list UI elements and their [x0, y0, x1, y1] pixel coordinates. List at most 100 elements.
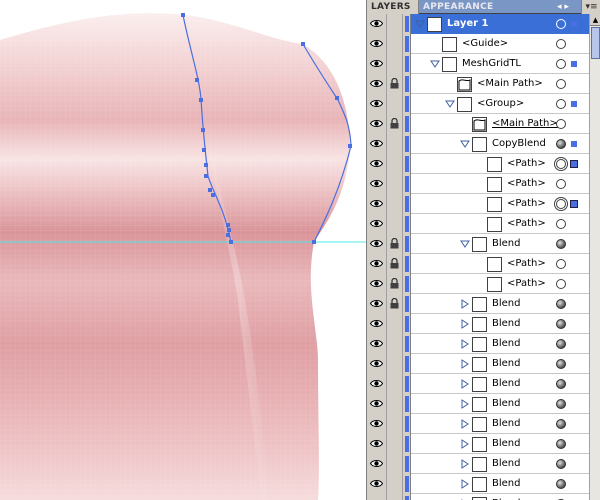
layer-label-area[interactable]: <Guide>: [411, 34, 589, 54]
anchor-point[interactable]: [208, 188, 212, 192]
layer-label-area[interactable]: Blend: [411, 294, 589, 314]
layer-label-area[interactable]: <Path>: [411, 254, 589, 274]
target-circle-icon[interactable]: [556, 179, 566, 189]
target-circle-icon[interactable]: [556, 419, 566, 429]
target-circle-icon[interactable]: [556, 119, 566, 129]
layer-label-area[interactable]: Layer 1: [411, 14, 589, 34]
expand-triangle-closed-icon[interactable]: [460, 339, 470, 349]
layer-label-area[interactable]: MeshGridTL: [411, 54, 589, 74]
layer-row[interactable]: <Path>: [367, 154, 589, 174]
visibility-eye-icon[interactable]: [367, 154, 387, 174]
lock-toggle[interactable]: [387, 494, 403, 500]
target-circle-icon[interactable]: [556, 59, 566, 69]
selection-indicator-square[interactable]: [570, 200, 578, 208]
panel-menu-button[interactable]: ▾≡: [581, 0, 600, 14]
visibility-eye-icon[interactable]: [367, 94, 387, 114]
layer-label-area[interactable]: <Path>: [411, 194, 589, 214]
anchor-point[interactable]: [195, 78, 199, 82]
layer-label-area[interactable]: Blend: [411, 434, 589, 454]
layer-row[interactable]: Blend: [367, 334, 589, 354]
lock-icon[interactable]: [387, 114, 403, 134]
lock-icon[interactable]: [387, 74, 403, 94]
expand-triangle-closed-icon[interactable]: [460, 439, 470, 449]
visibility-eye-icon[interactable]: [367, 134, 387, 154]
lock-toggle[interactable]: [387, 394, 403, 414]
anchor-point[interactable]: [201, 128, 205, 132]
layer-row[interactable]: <Path>: [367, 214, 589, 234]
target-circle-icon[interactable]: [556, 459, 566, 469]
expand-triangle-closed-icon[interactable]: [460, 319, 470, 329]
scroll-thumb[interactable]: [591, 27, 600, 59]
expand-triangle-open-icon[interactable]: [445, 99, 455, 109]
anchor-point[interactable]: [181, 13, 185, 17]
target-circle-icon[interactable]: [556, 299, 566, 309]
target-circle-icon[interactable]: [556, 439, 566, 449]
layer-label-area[interactable]: Blend: [411, 334, 589, 354]
layer-label-area[interactable]: <Path>: [411, 214, 589, 234]
lock-toggle[interactable]: [387, 414, 403, 434]
lock-toggle[interactable]: [387, 194, 403, 214]
lock-toggle[interactable]: [387, 214, 403, 234]
layer-label-area[interactable]: Blend: [411, 454, 589, 474]
layer-row[interactable]: Layer 1: [367, 14, 589, 34]
layer-row[interactable]: <Group>: [367, 94, 589, 114]
anchor-point[interactable]: [204, 163, 208, 167]
anchor-point[interactable]: [226, 223, 230, 227]
layer-row[interactable]: <Path>: [367, 274, 589, 294]
layer-row[interactable]: Blend: [367, 414, 589, 434]
layers-scrollbar[interactable]: ▲: [589, 14, 600, 500]
lock-toggle[interactable]: [387, 154, 403, 174]
layer-label-area[interactable]: Blend: [411, 414, 589, 434]
lock-toggle[interactable]: [387, 474, 403, 494]
layer-label-area[interactable]: <Main Path>: [411, 74, 589, 94]
layer-row[interactable]: <Main Path>: [367, 74, 589, 94]
anchor-point[interactable]: [335, 96, 339, 100]
visibility-eye-icon[interactable]: [367, 414, 387, 434]
layer-row[interactable]: Blend: [367, 394, 589, 414]
target-circle-icon[interactable]: [556, 319, 566, 329]
target-circle-icon[interactable]: [556, 219, 566, 229]
visibility-eye-icon[interactable]: [367, 74, 387, 94]
layer-row[interactable]: Blend: [367, 434, 589, 454]
layer-row[interactable]: Blend: [367, 314, 589, 334]
visibility-eye-icon[interactable]: [367, 334, 387, 354]
anchor-point[interactable]: [312, 240, 316, 244]
lock-toggle[interactable]: [387, 34, 403, 54]
mesh-artwork[interactable]: [0, 0, 366, 500]
tab-appearance[interactable]: APPEARANCE: [419, 0, 497, 14]
visibility-eye-icon[interactable]: [367, 14, 387, 34]
expand-triangle-open-icon[interactable]: [415, 19, 425, 29]
target-circle-icon[interactable]: [556, 279, 566, 289]
layer-label-area[interactable]: Blend: [411, 474, 589, 494]
selection-indicator-square[interactable]: [571, 61, 577, 67]
visibility-eye-icon[interactable]: [367, 374, 387, 394]
anchor-point[interactable]: [199, 98, 203, 102]
anchor-point[interactable]: [226, 233, 230, 237]
selection-indicator-square[interactable]: [571, 21, 577, 27]
target-circle-icon[interactable]: [556, 139, 566, 149]
lock-toggle[interactable]: [387, 14, 403, 34]
lock-icon[interactable]: [387, 254, 403, 274]
layer-label-area[interactable]: <Group>: [411, 94, 589, 114]
layer-label-area[interactable]: <Path>: [411, 274, 589, 294]
lock-toggle[interactable]: [387, 54, 403, 74]
expand-triangle-open-icon[interactable]: [430, 59, 440, 69]
target-circle-icon[interactable]: [556, 479, 566, 489]
layer-row[interactable]: Blend: [367, 474, 589, 494]
target-circle-icon[interactable]: [556, 359, 566, 369]
visibility-eye-icon[interactable]: [367, 214, 387, 234]
target-circle-icon[interactable]: [556, 239, 566, 249]
visibility-eye-icon[interactable]: [367, 274, 387, 294]
visibility-eye-icon[interactable]: [367, 34, 387, 54]
anchor-point[interactable]: [229, 240, 233, 244]
layer-label-area[interactable]: Blend: [411, 354, 589, 374]
target-circle-icon[interactable]: [556, 399, 566, 409]
layer-row[interactable]: Blend: [367, 294, 589, 314]
layer-row[interactable]: Blend: [367, 454, 589, 474]
visibility-eye-icon[interactable]: [367, 54, 387, 74]
lock-toggle[interactable]: [387, 94, 403, 114]
layer-row[interactable]: <Guide>: [367, 34, 589, 54]
anchor-point[interactable]: [227, 228, 231, 232]
target-circle-icon[interactable]: [556, 199, 566, 209]
layer-row[interactable]: Blend: [367, 234, 589, 254]
